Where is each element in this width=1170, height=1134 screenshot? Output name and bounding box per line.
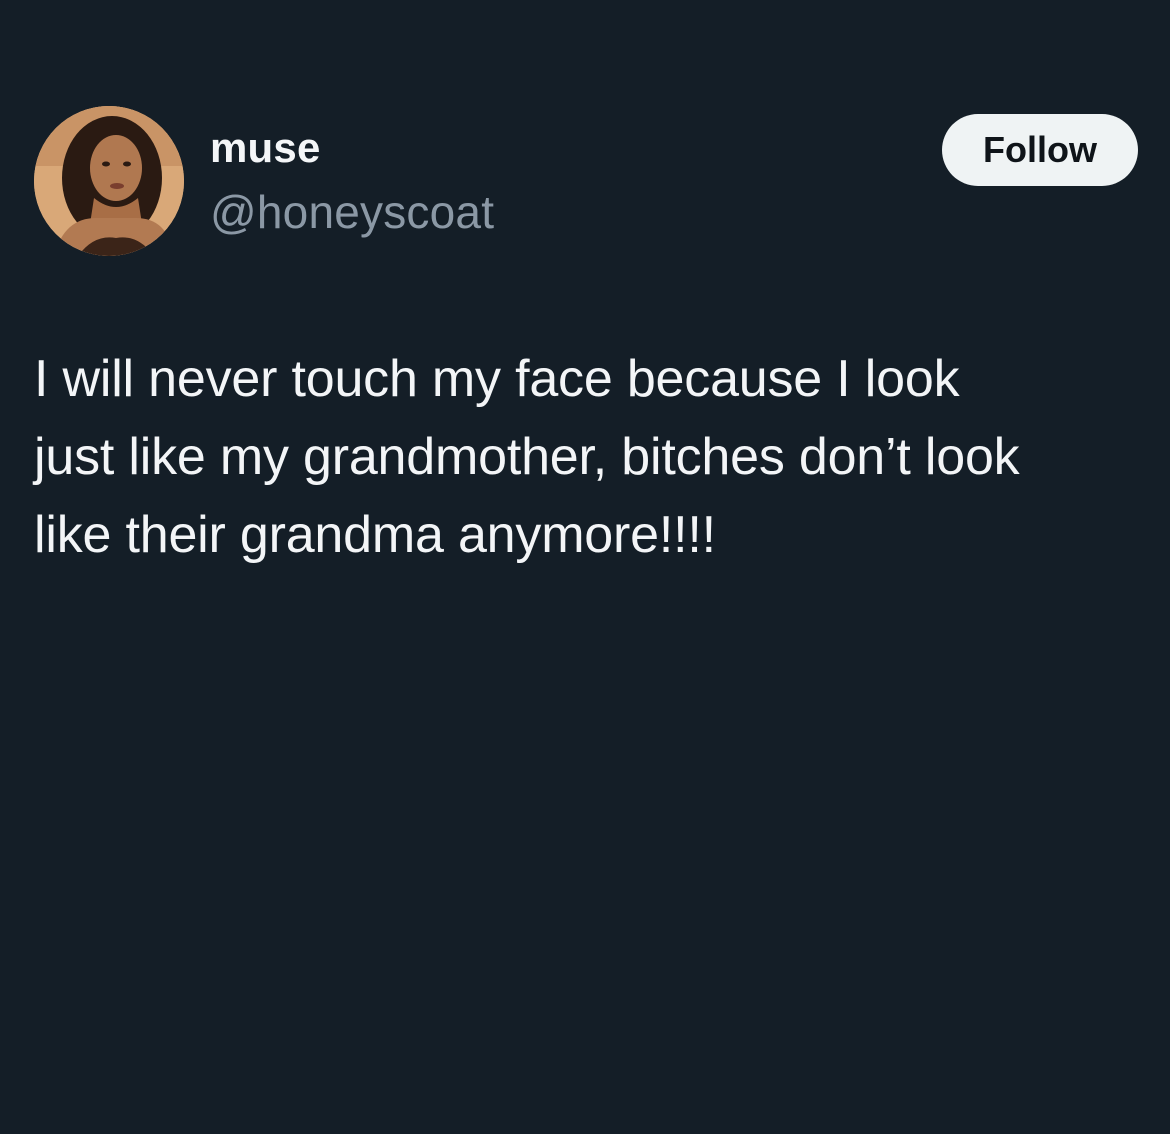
- tweet-text: I will never touch my face because I loo…: [34, 350, 1020, 564]
- display-name[interactable]: muse: [210, 124, 321, 172]
- follow-button[interactable]: Follow: [942, 114, 1138, 186]
- avatar[interactable]: [34, 106, 184, 256]
- avatar-photo-icon: [34, 106, 184, 256]
- user-handle[interactable]: @honeyscoat: [210, 185, 494, 239]
- tweet-card: muse @honeyscoat Follow I will never tou…: [0, 0, 1170, 1134]
